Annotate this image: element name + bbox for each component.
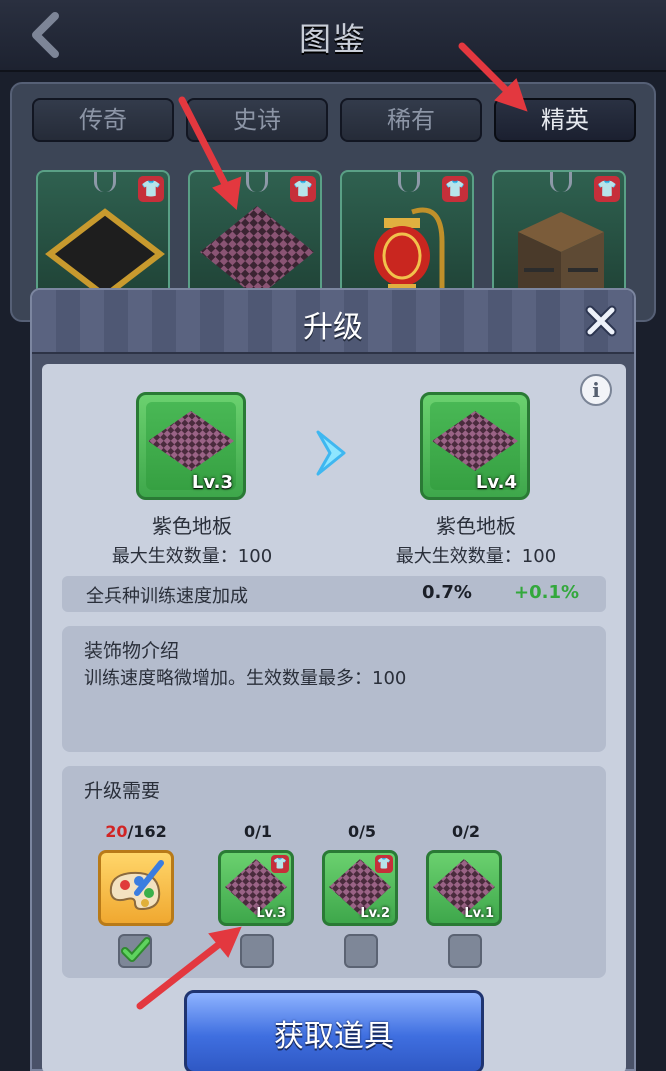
arrow-to-elite-tab-icon [458, 42, 528, 112]
arrow-to-purple-floor-icon [178, 96, 242, 211]
arrow-to-required-item-icon [136, 926, 242, 1010]
annotation-arrows [136, 42, 528, 1010]
